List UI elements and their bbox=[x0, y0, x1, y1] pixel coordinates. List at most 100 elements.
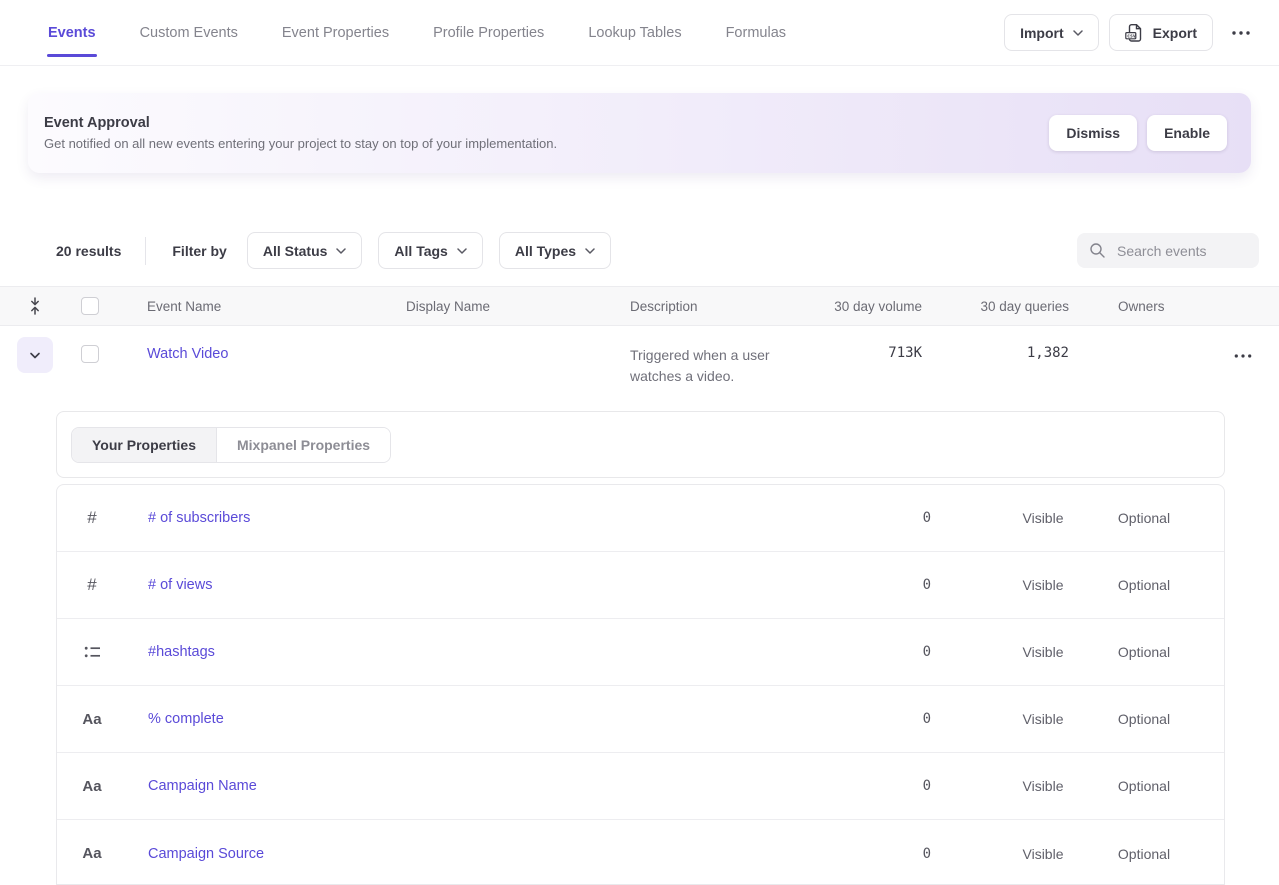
import-button-label: Import bbox=[1020, 25, 1064, 41]
import-button[interactable]: Import bbox=[1004, 14, 1099, 51]
collapse-vertical-icon bbox=[28, 296, 42, 316]
text-type-icon: Aa bbox=[57, 711, 127, 728]
tab-formulas[interactable]: Formulas bbox=[726, 21, 786, 45]
csv-file-icon: csv bbox=[1125, 23, 1144, 43]
filter-dropdowns: All Status All Tags All Types bbox=[247, 232, 611, 269]
divider bbox=[145, 237, 146, 265]
property-query-count: 0 bbox=[821, 778, 931, 794]
row-checkbox[interactable] bbox=[81, 345, 99, 363]
column-header-event-name: Event Name bbox=[130, 299, 406, 314]
dismiss-button[interactable]: Dismiss bbox=[1049, 115, 1137, 151]
event-name-link[interactable]: Watch Video bbox=[147, 346, 228, 362]
property-name-link[interactable]: # of views bbox=[127, 577, 821, 593]
tags-filter-label: All Tags bbox=[394, 243, 447, 259]
property-row: Aa % complete 0 Visible Optional bbox=[57, 686, 1224, 753]
property-requirement: Optional bbox=[1103, 577, 1185, 593]
enable-button[interactable]: Enable bbox=[1147, 115, 1227, 151]
column-header-volume: 30 day volume bbox=[820, 299, 930, 314]
event-row-watch-video: Watch Video Triggered when a user watche… bbox=[0, 326, 1279, 411]
filter-row: 20 results Filter by All Status All Tags… bbox=[56, 232, 1259, 269]
row-menu-button[interactable] bbox=[1230, 350, 1256, 362]
property-query-count: 0 bbox=[821, 846, 931, 862]
text-type-icon: Aa bbox=[57, 778, 127, 795]
property-row: Aa Campaign Name 0 Visible Optional bbox=[57, 753, 1224, 820]
top-navbar: Events Custom Events Event Properties Pr… bbox=[0, 0, 1279, 66]
property-visibility: Visible bbox=[983, 778, 1103, 794]
property-visibility: Visible bbox=[983, 846, 1103, 862]
property-requirement: Optional bbox=[1103, 510, 1185, 526]
text-type-icon: Aa bbox=[57, 845, 127, 862]
event-volume: 713K bbox=[820, 345, 930, 361]
property-requirement: Optional bbox=[1103, 778, 1185, 794]
status-filter-label: All Status bbox=[263, 243, 328, 259]
column-header-owners: Owners bbox=[1118, 299, 1208, 314]
banner-actions: Dismiss Enable bbox=[1049, 115, 1227, 151]
nav-tabs: Events Custom Events Event Properties Pr… bbox=[48, 21, 1004, 45]
export-button[interactable]: csv Export bbox=[1109, 14, 1213, 51]
chevron-down-icon bbox=[457, 248, 467, 254]
event-queries: 1,382 bbox=[930, 345, 1077, 361]
lexicon-events-page: Events Custom Events Event Properties Pr… bbox=[0, 0, 1279, 884]
collapse-row-button[interactable] bbox=[17, 337, 53, 373]
properties-tab-group: Your Properties Mixpanel Properties bbox=[71, 427, 391, 463]
property-visibility: Visible bbox=[983, 510, 1103, 526]
property-row: # # of views 0 Visible Optional bbox=[57, 552, 1224, 619]
column-header-queries: 30 day queries bbox=[930, 299, 1077, 314]
number-type-icon: # bbox=[57, 508, 127, 528]
event-description-line1: Triggered when a user bbox=[630, 345, 795, 366]
property-query-count: 0 bbox=[821, 510, 931, 526]
tags-filter-dropdown[interactable]: All Tags bbox=[378, 232, 482, 269]
types-filter-dropdown[interactable]: All Types bbox=[499, 232, 611, 269]
more-options-button[interactable] bbox=[1223, 25, 1259, 41]
event-description: Triggered when a user watches a video. bbox=[620, 345, 795, 387]
tab-custom-events[interactable]: Custom Events bbox=[140, 21, 238, 45]
event-description-line2: watches a video. bbox=[630, 366, 795, 387]
ellipsis-icon bbox=[1231, 31, 1251, 35]
property-name-link[interactable]: # of subscribers bbox=[127, 510, 821, 526]
select-all-checkbox[interactable] bbox=[81, 297, 99, 315]
banner-title: Event Approval bbox=[44, 115, 1049, 131]
number-type-icon: # bbox=[57, 575, 127, 595]
property-name-link[interactable]: Campaign Source bbox=[127, 846, 821, 862]
search-box[interactable] bbox=[1077, 233, 1259, 268]
property-row: # # of subscribers 0 Visible Optional bbox=[57, 485, 1224, 552]
events-table-header: Event Name Display Name Description 30 d… bbox=[0, 286, 1279, 326]
property-row: #hashtags 0 Visible Optional bbox=[57, 619, 1224, 686]
properties-list: # # of subscribers 0 Visible Optional # … bbox=[56, 484, 1225, 885]
property-name-link[interactable]: % complete bbox=[127, 711, 821, 727]
filter-by-label: Filter by bbox=[172, 243, 226, 259]
svg-text:csv: csv bbox=[1127, 34, 1136, 39]
banner-text: Event Approval Get notified on all new e… bbox=[44, 115, 1049, 151]
chevron-down-icon bbox=[336, 248, 346, 254]
property-name-link[interactable]: Campaign Name bbox=[127, 778, 821, 794]
property-query-count: 0 bbox=[821, 644, 931, 660]
property-query-count: 0 bbox=[821, 711, 931, 727]
tab-event-properties[interactable]: Event Properties bbox=[282, 21, 389, 45]
property-requirement: Optional bbox=[1103, 644, 1185, 660]
list-type-icon bbox=[57, 644, 127, 660]
column-header-description: Description bbox=[620, 299, 820, 314]
chevron-down-icon bbox=[1073, 30, 1083, 36]
status-filter-dropdown[interactable]: All Status bbox=[247, 232, 363, 269]
tab-profile-properties[interactable]: Profile Properties bbox=[433, 21, 544, 45]
property-requirement: Optional bbox=[1103, 711, 1185, 727]
property-visibility: Visible bbox=[983, 711, 1103, 727]
tab-events[interactable]: Events bbox=[48, 21, 96, 45]
tab-lookup-tables[interactable]: Lookup Tables bbox=[588, 21, 681, 45]
search-icon bbox=[1089, 242, 1106, 259]
property-requirement: Optional bbox=[1103, 846, 1185, 862]
results-count: 20 results bbox=[56, 243, 121, 259]
tab-your-properties[interactable]: Your Properties bbox=[72, 428, 216, 462]
collapse-all-button[interactable] bbox=[0, 296, 70, 316]
property-query-count: 0 bbox=[821, 577, 931, 593]
property-visibility: Visible bbox=[983, 577, 1103, 593]
property-name-link[interactable]: #hashtags bbox=[127, 644, 821, 660]
types-filter-label: All Types bbox=[515, 243, 576, 259]
event-approval-banner: Event Approval Get notified on all new e… bbox=[28, 93, 1251, 173]
search-input[interactable] bbox=[1115, 242, 1249, 260]
tab-mixpanel-properties[interactable]: Mixpanel Properties bbox=[216, 428, 390, 462]
chevron-down-icon bbox=[585, 248, 595, 254]
column-header-display-name: Display Name bbox=[406, 299, 620, 314]
property-row: Aa Campaign Source 0 Visible Optional bbox=[57, 820, 1224, 885]
export-button-label: Export bbox=[1153, 25, 1197, 41]
